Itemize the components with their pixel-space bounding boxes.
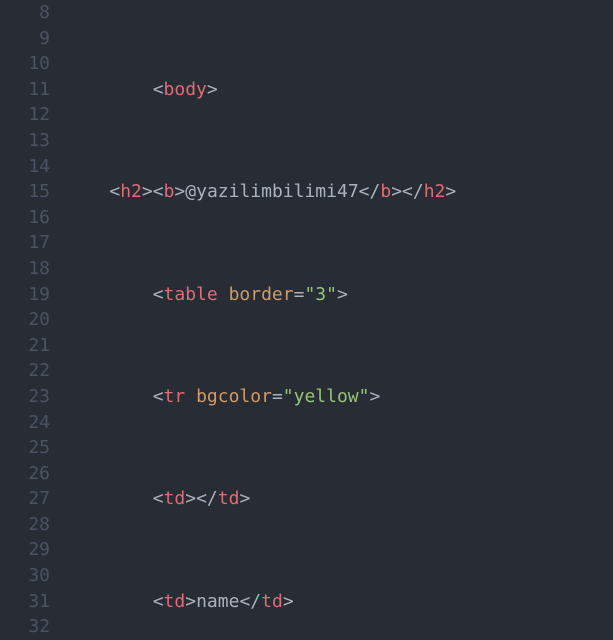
line-number: 8 [0,0,50,26]
code-line: <tr bgcolor="yellow"> [66,384,613,410]
line-number-gutter: 8 9 10 11 12 13 14 15 16 17 18 19 20 21 … [0,0,66,640]
code-line: <table border="3"> [66,282,613,308]
line-number: 11 [0,77,50,103]
line-number: 10 [0,51,50,77]
line-number: 30 [0,563,50,589]
code-line: <body> [66,77,613,103]
line-number: 32 [0,614,50,640]
line-number: 13 [0,128,50,154]
line-number: 25 [0,435,50,461]
line-number: 19 [0,282,50,308]
code-line: <h2><b>@yazilimbilimi47</b></h2> [66,179,613,205]
line-number: 22 [0,358,50,384]
line-number: 31 [0,589,50,615]
line-number: 28 [0,512,50,538]
line-number: 15 [0,179,50,205]
line-number: 16 [0,205,50,231]
code-editor-view: 8 9 10 11 12 13 14 15 16 17 18 19 20 21 … [0,0,613,640]
line-number: 18 [0,256,50,282]
code-line: <td></td> [66,486,613,512]
line-number: 14 [0,154,50,180]
line-number: 24 [0,410,50,436]
line-number: 12 [0,102,50,128]
line-number: 9 [0,26,50,52]
line-number: 23 [0,384,50,410]
line-number: 27 [0,486,50,512]
line-number: 26 [0,461,50,487]
line-number: 17 [0,230,50,256]
line-number: 21 [0,333,50,359]
code-line: <td>name</td> [66,589,613,615]
code-content[interactable]: <body> <h2><b>@yazilimbilimi47</b></h2> … [66,0,613,640]
line-number: 20 [0,307,50,333]
line-number: 29 [0,537,50,563]
